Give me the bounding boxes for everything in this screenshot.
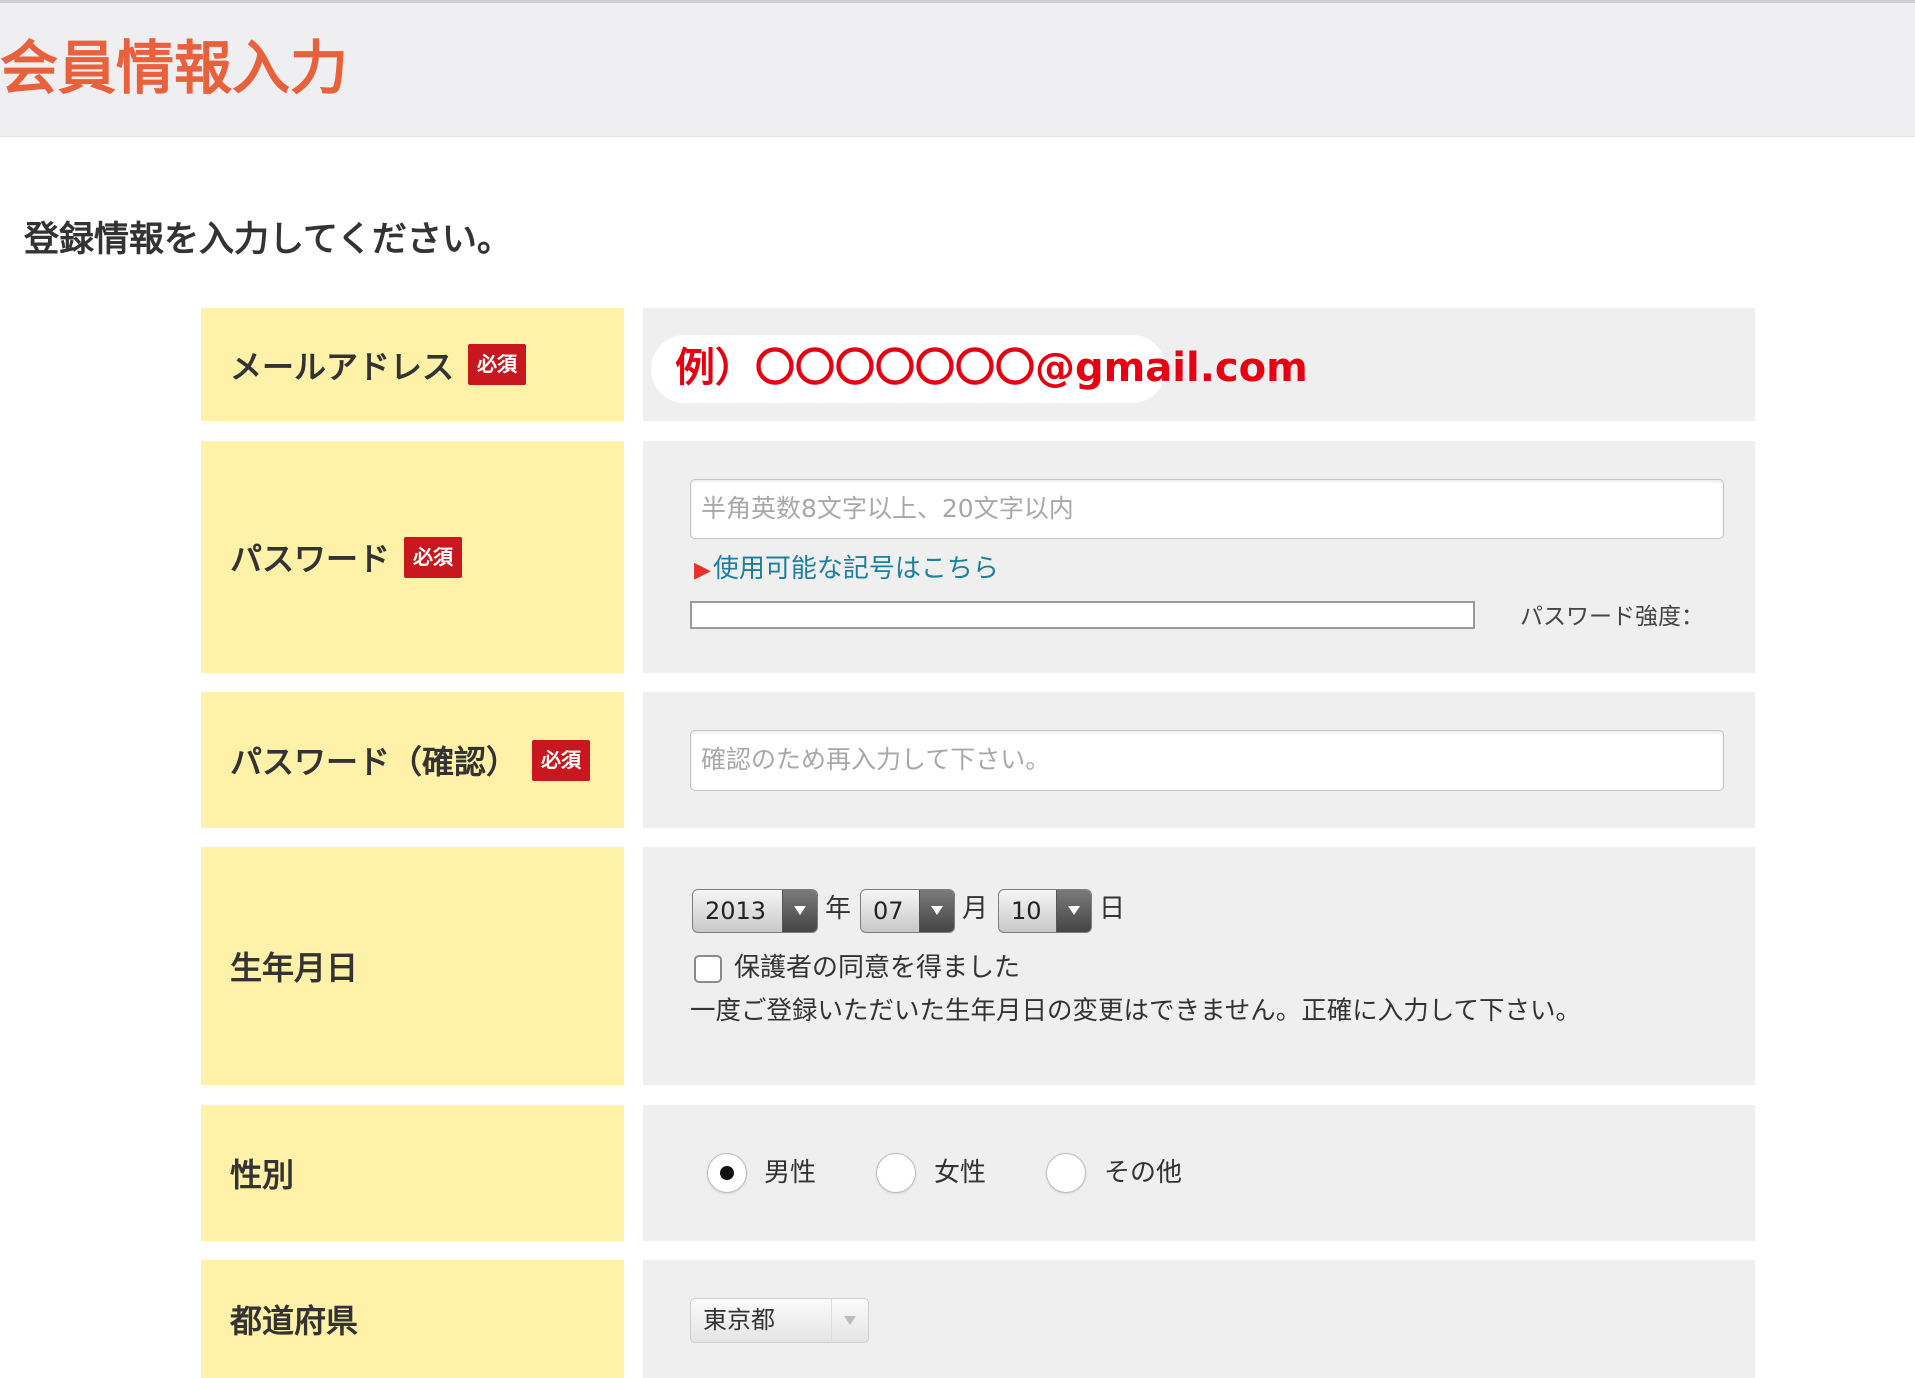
form-row-prefecture: 都道府県 東京都 [201, 1260, 1755, 1378]
password-value-cell: 半角英数8文字以上、20文字以内 ▶使用可能な記号はこちら パスワード強度： [643, 441, 1755, 673]
gender-radio-male[interactable] [707, 1153, 747, 1193]
birth-day-select[interactable]: 10 [998, 889, 1092, 933]
dropdown-arrow-icon [919, 890, 954, 932]
month-unit: 月 [962, 894, 989, 924]
form-row-password-confirm: パスワード（確認） 必須 確認のため再入力して下さい。 [201, 692, 1755, 828]
gender-radio-other[interactable] [1046, 1153, 1086, 1193]
form-row-birthdate: 生年月日 2013 年 07 月 10 日 保護者の同意を得ました 一度ご登録い… [201, 847, 1755, 1085]
gender-radio-female[interactable] [876, 1153, 916, 1193]
email-label: メールアドレス [230, 347, 455, 386]
password-label: パスワード [230, 540, 391, 578]
year-unit: 年 [825, 894, 852, 924]
day-unit: 日 [1099, 894, 1126, 924]
birth-year-value: 2013 [705, 897, 767, 925]
triangle-right-icon: ▶ [694, 558, 711, 583]
required-badge: 必須 [532, 739, 591, 781]
birthdate-value-cell: 2013 年 07 月 10 日 保護者の同意を得ました 一度ご登録いただいた生… [643, 847, 1755, 1085]
email-example-text: 例）〇〇〇〇〇〇〇@gmail.com [675, 345, 1308, 391]
required-badge: 必須 [404, 536, 463, 578]
password-strength-bar [690, 601, 1475, 629]
gender-option-label[interactable]: 女性 [934, 1158, 986, 1188]
gender-value-cell: 男性 女性 その他 [643, 1105, 1755, 1241]
birth-day-value: 10 [1011, 897, 1042, 925]
password-confirm-value-cell: 確認のため再入力して下さい。 [643, 692, 1755, 828]
birth-year-select[interactable]: 2013 [692, 889, 818, 933]
birth-month-value: 07 [873, 897, 904, 925]
required-badge: 必須 [468, 344, 527, 385]
gender-option-label[interactable]: 男性 [764, 1158, 816, 1188]
email-label-cell: メールアドレス 必須 [201, 308, 624, 421]
guardian-consent-checkbox[interactable] [694, 955, 722, 983]
birth-month-select[interactable]: 07 [860, 889, 955, 933]
gender-label-cell: 性別 [201, 1105, 624, 1241]
password-confirm-input[interactable]: 確認のため再入力して下さい。 [690, 730, 1724, 791]
gender-label: 性別 [230, 1156, 295, 1194]
dropdown-arrow-icon [1056, 890, 1091, 932]
form-row-gender: 性別 男性 女性 その他 [201, 1105, 1755, 1241]
prefecture-label-cell: 都道府県 [201, 1260, 624, 1378]
guardian-consent-label[interactable]: 保護者の同意を得ました [734, 953, 1020, 983]
gender-option-label[interactable]: その他 [1104, 1158, 1182, 1188]
birthdate-label-cell: 生年月日 [201, 847, 624, 1085]
password-input[interactable]: 半角英数8文字以上、20文字以内 [690, 479, 1724, 539]
birthdate-label: 生年月日 [230, 949, 359, 987]
prefecture-value-cell: 東京都 [643, 1260, 1755, 1378]
page-header: 会員情報入力 [0, 0, 1915, 137]
birthdate-note: 一度ご登録いただいた生年月日の変更はできません。正確に入力して下さい。 [690, 996, 1581, 1026]
intro-text: 登録情報を入力してください。 [24, 220, 512, 260]
prefecture-value: 東京都 [703, 1306, 775, 1334]
prefecture-select[interactable]: 東京都 [690, 1298, 869, 1343]
email-value-cell: 例）〇〇〇〇〇〇〇@gmail.com [643, 308, 1755, 421]
password-label-cell: パスワード 必須 [201, 441, 624, 673]
password-strength-label: パスワード強度： [1520, 604, 1704, 630]
form-row-password: パスワード 必須 半角英数8文字以上、20文字以内 ▶使用可能な記号はこちら パ… [201, 441, 1755, 673]
password-confirm-label: パスワード（確認） [230, 743, 519, 781]
password-confirm-placeholder: 確認のため再入力して下さい。 [701, 745, 1051, 774]
page-title: 会員情報入力 [0, 34, 349, 102]
symbols-link-text[interactable]: 使用可能な記号はこちら [713, 554, 999, 584]
dropdown-arrow-icon [831, 1299, 868, 1342]
dropdown-arrow-icon [782, 890, 817, 932]
password-placeholder: 半角英数8文字以上、20文字以内 [701, 494, 1074, 523]
symbols-link[interactable]: ▶使用可能な記号はこちら [694, 554, 999, 586]
prefecture-label: 都道府県 [230, 1302, 359, 1340]
form-row-email: メールアドレス 必須 例）〇〇〇〇〇〇〇@gmail.com [201, 308, 1755, 421]
password-confirm-label-cell: パスワード（確認） 必須 [201, 692, 624, 828]
